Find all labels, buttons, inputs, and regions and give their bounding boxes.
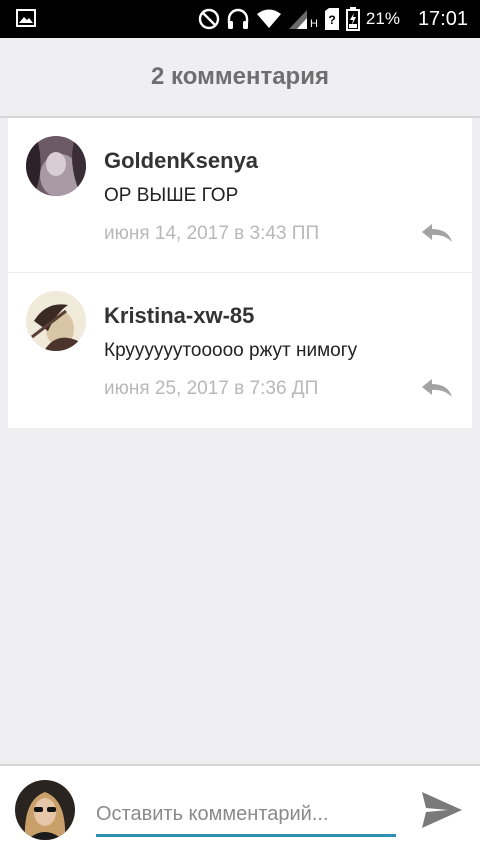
comment-date: июня 14, 2017 в 3:43 ПП bbox=[104, 223, 320, 244]
svg-text:?: ? bbox=[328, 13, 335, 27]
send-icon[interactable] bbox=[420, 790, 464, 830]
clock: 17:01 bbox=[417, 7, 468, 30]
unknown-sim-icon: ? bbox=[324, 8, 340, 30]
avatar bbox=[15, 780, 75, 840]
avatar[interactable] bbox=[26, 136, 86, 196]
headphones-icon bbox=[226, 8, 250, 30]
reply-icon[interactable] bbox=[420, 377, 454, 399]
comment-input[interactable] bbox=[96, 794, 396, 837]
status-bar: H ? 21% 17:01 bbox=[0, 0, 480, 38]
signal-icon bbox=[288, 8, 308, 30]
battery-percentage: 21% bbox=[365, 9, 400, 28]
comment-text: ОР ВЫШЕ ГОР bbox=[104, 185, 239, 206]
comment-date: июня 25, 2017 в 7:36 ДП bbox=[104, 378, 319, 399]
comment-item: GoldenKsenya ОР ВЫШЕ ГОР июня 14, 2017 в… bbox=[8, 118, 472, 272]
page-title: 2 комментария bbox=[151, 63, 329, 90]
battery-icon bbox=[345, 7, 360, 31]
reply-icon[interactable] bbox=[420, 222, 454, 244]
comment-composer bbox=[0, 764, 480, 856]
comment-item: Kristina-xw-85 Круууууутооооо ржут нимог… bbox=[8, 272, 472, 427]
network-type-indicator: H bbox=[309, 18, 318, 30]
gallery-icon bbox=[16, 9, 36, 27]
comment-author[interactable]: GoldenKsenya bbox=[104, 148, 258, 174]
wifi-icon bbox=[256, 9, 282, 29]
comment-text: Круууууутооооо ржут нимогу bbox=[104, 340, 358, 361]
app-bar: 2 комментария bbox=[0, 38, 480, 118]
comment-author[interactable]: Kristina-xw-85 bbox=[104, 303, 254, 329]
avatar[interactable] bbox=[26, 291, 86, 351]
do-not-disturb-icon bbox=[198, 8, 220, 30]
comments-list: GoldenKsenya ОР ВЫШЕ ГОР июня 14, 2017 в… bbox=[8, 118, 472, 428]
